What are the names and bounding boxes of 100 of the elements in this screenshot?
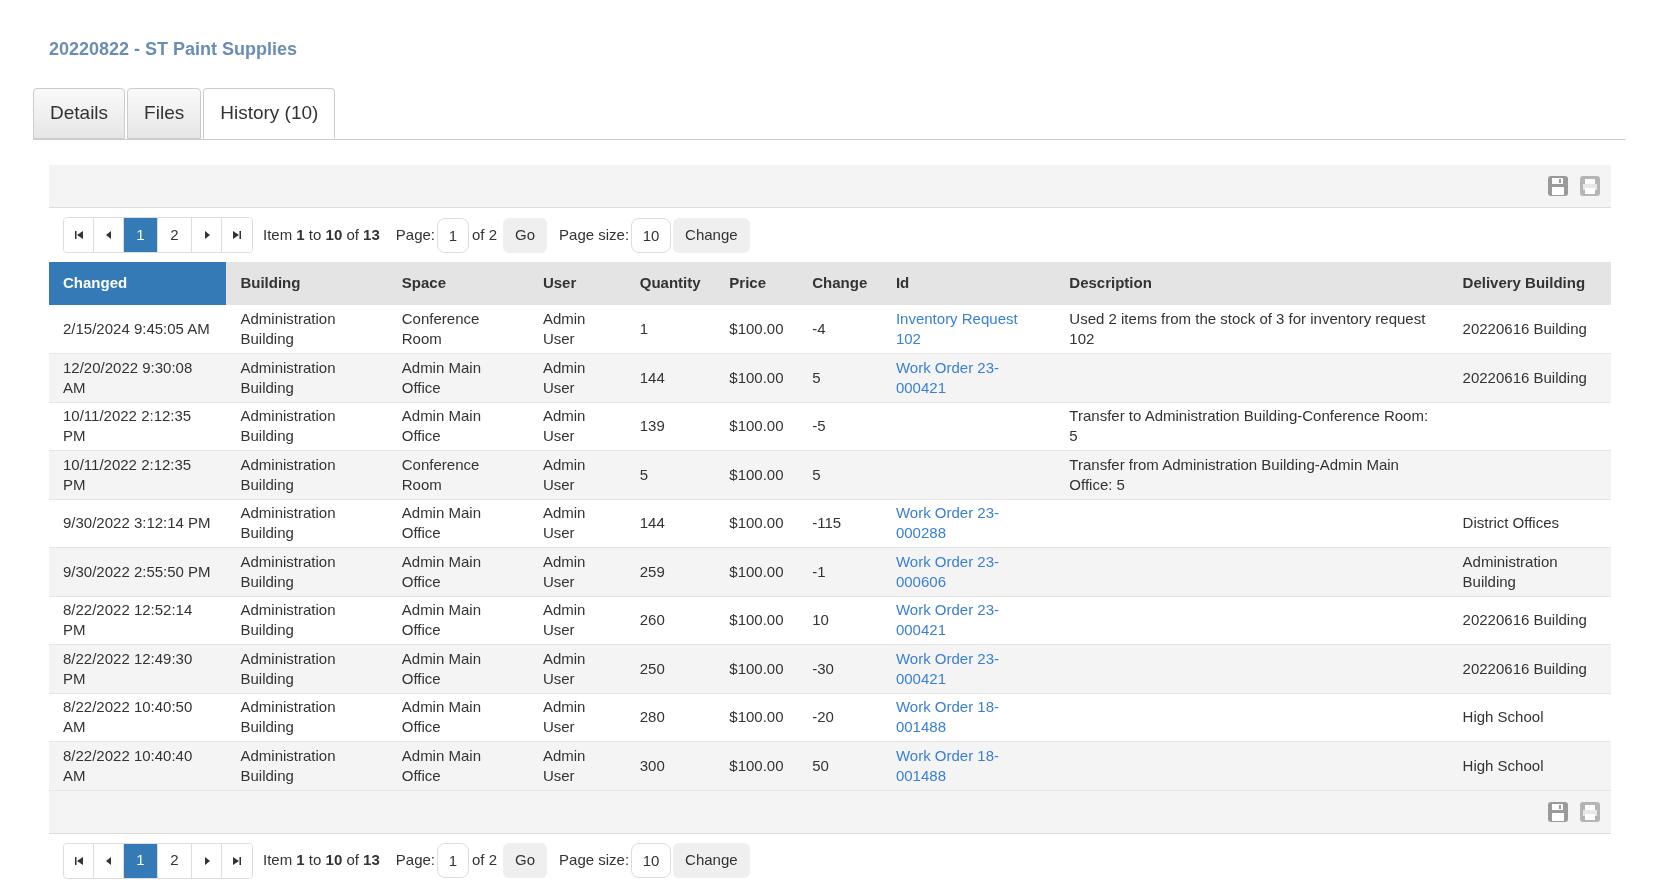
table-cell: 8/22/2022 12:49:30 PM [63, 649, 193, 687]
page-button[interactable]: 1 [124, 218, 158, 252]
table-cell: Transfer to Administration Building-Conference Room: 5 [1069, 407, 1429, 445]
item-range-text: Item 1 to 10 of 13 [263, 224, 380, 245]
column-header[interactable]: Id [881, 262, 1056, 305]
tab[interactable]: Files [127, 88, 202, 139]
id-link[interactable]: Work Order 18-001488 [895, 745, 1042, 786]
column-header[interactable]: Quantity [625, 262, 716, 305]
column-header[interactable]: Building [226, 262, 388, 305]
table-cell: 10/11/2022 2:12:35 PM [63, 455, 192, 493]
page-label: Page: [395, 224, 435, 245]
table-cell: 5 [812, 368, 821, 386]
table-cell: 8/22/2022 10:40:40 AM [63, 746, 193, 784]
print-icon[interactable] [1579, 175, 1601, 197]
table-cell: $100.00 [729, 659, 784, 677]
table-cell: -5 [812, 417, 826, 435]
table-cell: $100.00 [729, 611, 784, 629]
id-link[interactable]: Work Order 23-000421 [895, 600, 1042, 641]
table-cell: Administration Building [240, 698, 336, 736]
id-link[interactable]: Work Order 23-000288 [895, 503, 1042, 544]
change-button[interactable]: Change [673, 217, 750, 253]
column-header[interactable]: Delivery Building [1448, 262, 1611, 305]
page-input[interactable]: 1 [437, 217, 469, 253]
table-cell: Administration Building [240, 746, 336, 784]
table-cell: Conference Room [401, 455, 480, 493]
table-cell: Administration Building [240, 310, 336, 347]
page-size-label: Page size: [559, 850, 630, 871]
first-page-button[interactable] [64, 218, 94, 252]
item-range-text: Item 1 to 10 of 13 [263, 850, 380, 871]
page-label: Page: [395, 850, 435, 871]
table-cell: Admin User [542, 601, 586, 639]
id-link[interactable]: Inventory Request 102 [895, 309, 1042, 349]
tab[interactable]: Details [33, 88, 126, 139]
table-cell: Admin Main Office [401, 746, 481, 784]
column-header[interactable]: User [528, 262, 626, 305]
table-cell: Admin Main Office [401, 504, 481, 542]
table-cell: 20220616 Building [1462, 611, 1587, 629]
skip-back-icon [73, 855, 84, 866]
page-count-text: of 2 [472, 850, 497, 871]
table-cell: Admin User [542, 698, 586, 736]
id-link[interactable]: Work Order 18-001488 [895, 697, 1042, 738]
table-cell: $100.00 [729, 514, 784, 532]
table-cell: High School [1462, 756, 1544, 774]
page-size-input[interactable]: 10 [631, 217, 672, 253]
table-cell: Administration Building [240, 407, 336, 445]
table-cell: Admin Main Office [401, 407, 481, 445]
table-cell: Administration Building [240, 504, 336, 542]
skip-forward-icon [232, 230, 242, 240]
change-button[interactable]: Change [673, 843, 750, 878]
page-input[interactable]: 1 [437, 843, 469, 878]
table-cell: Admin Main Office [401, 698, 481, 736]
table-cell: $100.00 [729, 368, 784, 386]
table-cell: $100.00 [729, 465, 784, 483]
column-header[interactable]: Changed [49, 262, 227, 305]
column-header[interactable]: Description [1055, 262, 1449, 305]
table-cell: $100.00 [729, 562, 784, 580]
column-header[interactable]: Change [798, 262, 882, 305]
table-cell: 8/22/2022 12:52:14 PM [63, 601, 193, 639]
table-cell: Admin Main Office [401, 552, 481, 590]
table-cell: Administration Building [240, 601, 336, 639]
table-cell: 20220616 Building [1462, 320, 1587, 337]
table-cell: 20220616 Building [1462, 659, 1587, 677]
tab[interactable]: History (10) [203, 88, 336, 139]
table-cell: 139 [639, 417, 665, 435]
table-cell: Administration Building [1462, 552, 1558, 590]
table-cell: -30 [812, 659, 834, 677]
table-cell: Admin User [542, 649, 586, 687]
table-cell: Admin User [542, 310, 586, 347]
table-cell: Administration Building [240, 552, 336, 590]
page-button[interactable]: 1 [124, 843, 158, 878]
table-cell: 144 [639, 368, 665, 386]
column-header[interactable]: Space [387, 262, 529, 305]
id-link[interactable]: Work Order 23-000421 [895, 357, 1042, 398]
column-header[interactable]: Price [715, 262, 799, 305]
id-link[interactable]: Work Order 23-000606 [895, 551, 1042, 592]
table-cell: 280 [639, 708, 665, 726]
go-button[interactable]: Go [503, 217, 548, 253]
table-cell: $100.00 [729, 756, 784, 774]
table-cell: $100.00 [729, 708, 784, 726]
table-cell: 50 [812, 756, 829, 774]
table-cell: Admin Main Office [401, 649, 481, 687]
table-cell: 259 [639, 562, 665, 580]
table-cell: $100.00 [729, 320, 784, 337]
table-cell: Admin User [542, 358, 586, 396]
table-cell: $100.00 [729, 417, 784, 435]
table-cell: 9/30/2022 3:12:14 PM [63, 514, 211, 532]
table-cell: 10/11/2022 2:12:35 PM [63, 407, 192, 445]
go-button[interactable]: Go [503, 843, 548, 878]
table-cell: 9/30/2022 2:55:50 PM [63, 562, 211, 580]
table-cell: 1 [639, 320, 649, 337]
page-size-input[interactable]: 10 [631, 843, 672, 878]
table-cell: Conference Room [401, 310, 480, 347]
save-icon[interactable] [1547, 800, 1569, 823]
id-link[interactable]: Work Order 23-000421 [895, 648, 1042, 689]
print-icon[interactable] [1579, 800, 1601, 823]
table-cell: -4 [812, 320, 826, 337]
page-title: 20220822 - ST Paint Supplies [48, 38, 299, 61]
first-page-button[interactable] [64, 843, 94, 878]
table-cell: -115 [812, 514, 842, 532]
save-icon[interactable] [1547, 175, 1569, 197]
